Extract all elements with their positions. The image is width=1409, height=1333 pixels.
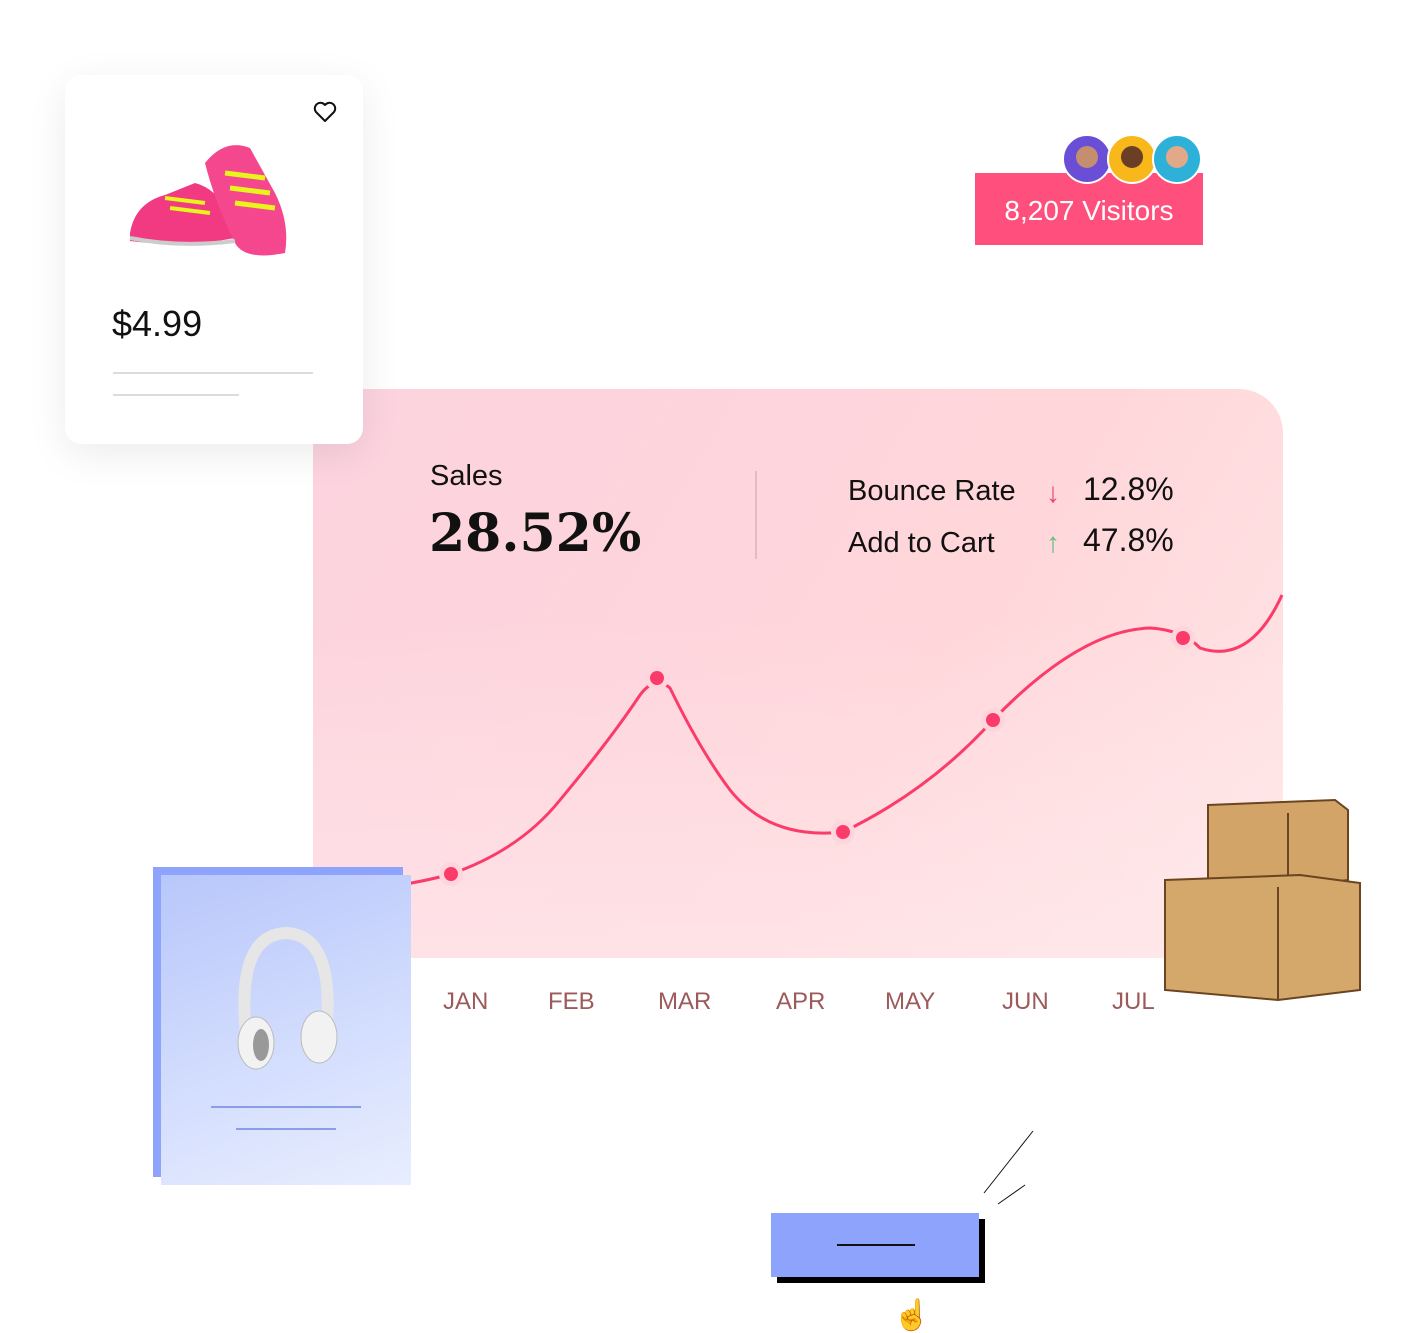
avatar bbox=[1152, 134, 1202, 184]
x-tick-label: APR bbox=[776, 988, 826, 1015]
heart-icon[interactable] bbox=[313, 101, 337, 123]
chart-point[interactable] bbox=[981, 708, 1005, 732]
headphones-image bbox=[237, 926, 338, 1070]
product-price: $4.99 bbox=[112, 303, 203, 344]
click-spark bbox=[997, 1184, 1026, 1205]
sneakers-image bbox=[129, 145, 287, 256]
x-tick-label: FEB bbox=[548, 988, 595, 1015]
chart-point[interactable] bbox=[831, 820, 855, 844]
avatar bbox=[1107, 134, 1157, 184]
x-tick-label: JUL bbox=[1112, 988, 1155, 1015]
button-label-placeholder bbox=[837, 1244, 915, 1246]
chart-point[interactable] bbox=[1171, 626, 1195, 650]
text-placeholder-line bbox=[113, 372, 313, 374]
headphones-card[interactable] bbox=[161, 875, 411, 1185]
action-button[interactable] bbox=[771, 1213, 979, 1277]
text-placeholder-line bbox=[211, 1106, 361, 1108]
x-tick-label: JUN bbox=[1002, 988, 1049, 1015]
product-card[interactable]: $4.99 bbox=[65, 75, 363, 444]
x-tick-label: JAN bbox=[443, 988, 489, 1015]
chart-point[interactable] bbox=[645, 666, 669, 690]
click-spark bbox=[983, 1130, 1034, 1194]
x-tick-label: MAY bbox=[885, 988, 936, 1015]
chart-point[interactable] bbox=[439, 862, 463, 886]
text-placeholder-line bbox=[113, 394, 239, 396]
hand-cursor-icon: ☝ bbox=[893, 1299, 931, 1332]
x-tick-label: MAR bbox=[658, 988, 712, 1015]
avatar bbox=[1062, 134, 1112, 184]
boxes-image bbox=[1164, 798, 1361, 1002]
text-placeholder-line bbox=[236, 1128, 336, 1130]
